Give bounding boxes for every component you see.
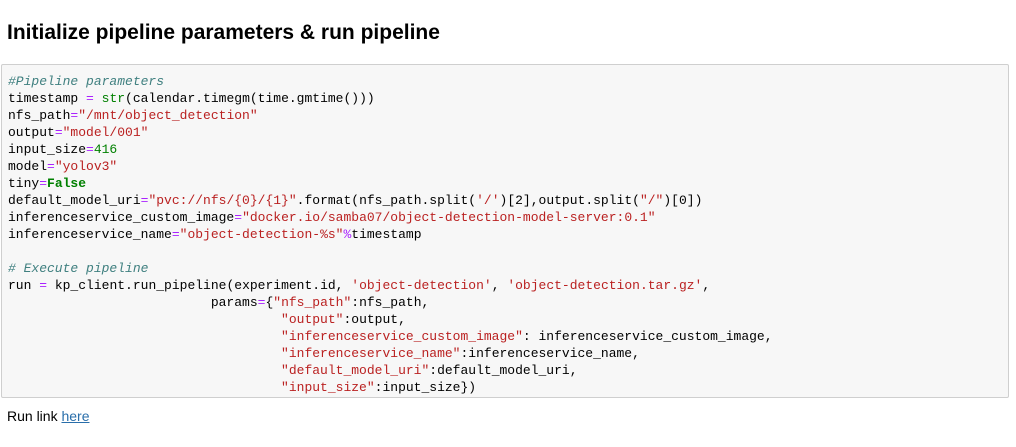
- code-token-plain: params: [8, 295, 258, 310]
- code-token-plain: (calendar.timegm(time.gmtime())): [125, 91, 375, 106]
- code-token-keyword: False: [47, 176, 87, 191]
- code-token-plain: :default_model_uri,: [429, 363, 578, 378]
- code-token-string: "output": [281, 312, 344, 327]
- code-token-plain: kp_client.run_pipeline(experiment.id,: [47, 278, 352, 293]
- code-token-string: "object-detection-%s": [179, 227, 344, 242]
- code-token-string: '/': [476, 193, 500, 208]
- run-link-row: Run link here: [7, 407, 90, 425]
- code-token-string: "yolov3": [54, 159, 118, 174]
- code-token-op: =: [171, 227, 180, 242]
- code-token-plain: :nfs_path,: [351, 295, 430, 310]
- code-line: "output":output,: [8, 311, 773, 328]
- code-line: run = kp_client.run_pipeline(experiment.…: [8, 277, 773, 294]
- code-token-op: =: [47, 159, 55, 174]
- code-token-string: 'object-detection': [351, 278, 492, 293]
- code-token-plain: default_model_uri: [8, 193, 141, 208]
- code-token-string: "/mnt/object_detection": [78, 108, 258, 123]
- code-token-string: "model/001": [62, 125, 149, 140]
- code-line: timestamp = str(calendar.timegm(time.gmt…: [8, 90, 773, 107]
- code-token-plain: :input_size}): [374, 380, 477, 395]
- code-token-plain: inferenceservice_custom_image: [8, 210, 235, 225]
- code-token-plain: timestamp: [8, 91, 87, 106]
- code-token-string: "nfs_path": [273, 295, 352, 310]
- code-token-string: "default_model_uri": [281, 363, 430, 378]
- code-line: output="model/001": [8, 124, 773, 141]
- code-line: inferenceservice_custom_image="docker.io…: [8, 209, 773, 226]
- code-token-op: =: [39, 176, 48, 191]
- run-link[interactable]: here: [61, 408, 89, 424]
- code-line: "inferenceservice_custom_image": inferen…: [8, 328, 773, 345]
- code-token-plain: :inferenceservice_name,: [460, 346, 640, 361]
- code-token-string: "input_size": [281, 380, 375, 395]
- code-token-plain: timestamp: [351, 227, 422, 242]
- code-line: inferenceservice_name="object-detection-…: [8, 226, 773, 243]
- code-token-plain: model: [8, 159, 48, 174]
- code-token-string: "pvc://nfs/{0}/{1}": [148, 193, 297, 208]
- code-token-plain: run: [8, 278, 40, 293]
- code-token-op: =: [39, 278, 48, 293]
- code-line: #Pipeline parameters: [8, 73, 773, 90]
- code-token-op: =: [54, 125, 63, 140]
- code-line: "input_size":input_size}): [8, 379, 773, 396]
- code-token-plain: tiny: [8, 176, 40, 191]
- code-token-builtin: str: [101, 91, 126, 106]
- code-line: "default_model_uri":default_model_uri,: [8, 362, 773, 379]
- code-token-op: =: [234, 210, 243, 225]
- run-link-prefix: Run link: [7, 408, 62, 424]
- code-token-plain: input_size: [8, 142, 87, 157]
- code-token-string: 'object-detection.tar.gz': [507, 278, 703, 293]
- code-line: nfs_path="/mnt/object_detection": [8, 107, 773, 124]
- code-line: model="yolov3": [8, 158, 773, 175]
- code-line: input_size=416: [8, 141, 773, 158]
- code-token-op: =: [86, 142, 94, 157]
- code-token-plain: inferenceservice_name: [8, 227, 172, 242]
- code-token-plain: .format(nfs_path.split(: [296, 193, 477, 208]
- code-line: # Execute pipeline: [8, 260, 773, 277]
- code-block[interactable]: #Pipeline parameters timestamp = str(cale…: [8, 73, 773, 396]
- code-line: "inferenceservice_name":inferenceservice…: [8, 345, 773, 362]
- code-token-string: "docker.io/samba07/object-detection-mode…: [242, 210, 656, 225]
- code-token-string: "inferenceservice_custom_image": [281, 329, 523, 344]
- code-token-op: =: [86, 91, 94, 106]
- code-token-plain: : inferenceservice_custom_image,: [522, 329, 773, 344]
- code-token-comment: #Pipeline parameters: [8, 74, 165, 89]
- code-token-plain: nfs_path: [8, 108, 71, 123]
- code-token-plain: :output,: [343, 312, 406, 327]
- code-line: params={"nfs_path":nfs_path,: [8, 294, 773, 311]
- code-token-string: "/": [639, 193, 664, 208]
- code-token-comment: # Execute pipeline: [8, 261, 149, 276]
- code-line: tiny=False: [8, 175, 773, 192]
- code-token-plain: )[0]): [663, 193, 703, 208]
- code-token-plain: ,: [491, 278, 508, 293]
- code-token-plain: ,: [702, 278, 711, 293]
- section-heading: Initialize pipeline parameters & run pip…: [7, 21, 440, 44]
- code-cell[interactable]: #Pipeline parameters timestamp = str(cale…: [1, 64, 1009, 398]
- code-token-string: "inferenceservice_name": [281, 346, 461, 361]
- code-token-plain: )[2],output.split(: [499, 193, 640, 208]
- code-token-plain: output: [8, 125, 55, 140]
- code-line: default_model_uri="pvc://nfs/{0}/{1}".fo…: [8, 192, 773, 209]
- code-token-number: 416: [93, 142, 118, 157]
